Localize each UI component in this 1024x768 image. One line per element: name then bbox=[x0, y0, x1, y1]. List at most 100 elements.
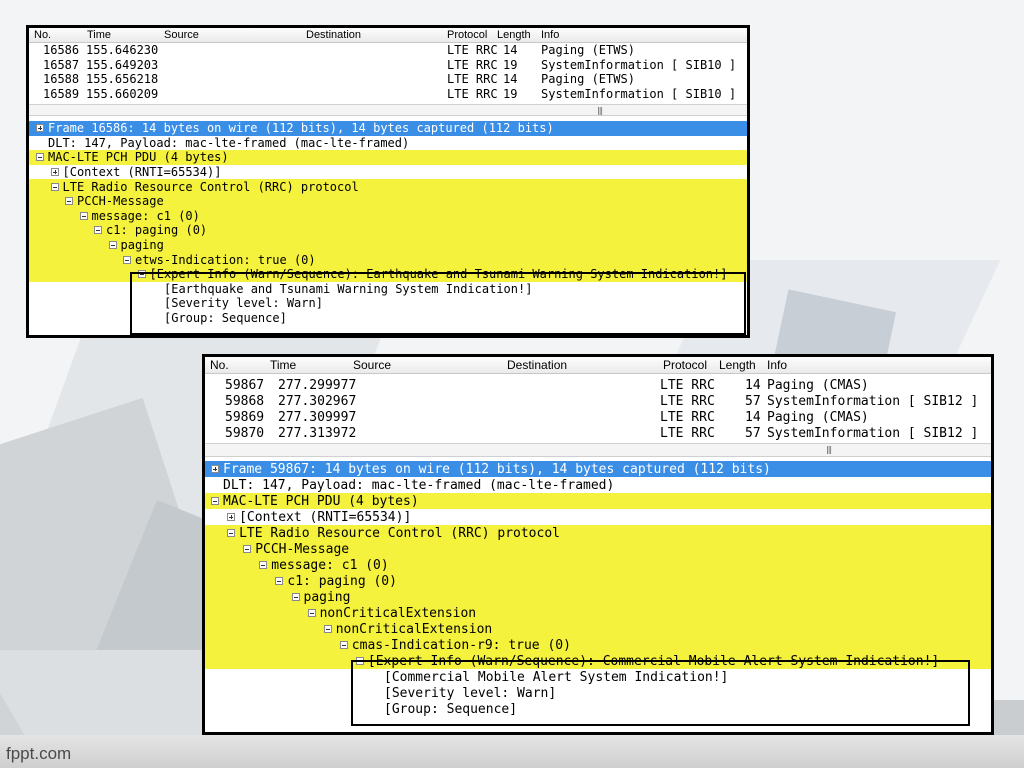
column-header-info[interactable]: Info bbox=[539, 29, 739, 41]
packet-length: 19 bbox=[503, 57, 518, 72]
tree-node-label: message: c1 (0) bbox=[271, 557, 389, 573]
tree-node[interactable]: PCCH-Message bbox=[29, 193, 747, 209]
tree-node[interactable]: MAC-LTE PCH PDU (4 bytes) bbox=[29, 150, 747, 165]
tree-node[interactable]: Frame 59867: 14 bytes on wire (112 bits)… bbox=[205, 461, 991, 477]
collapse-icon[interactable] bbox=[275, 577, 284, 585]
expert-info-highlight bbox=[351, 660, 970, 726]
collapse-icon[interactable] bbox=[94, 226, 102, 235]
tree-node-label: [Context (RNTI=65534)] bbox=[62, 165, 222, 180]
collapse-icon[interactable] bbox=[123, 255, 131, 264]
column-header-protocol[interactable]: Protocol bbox=[661, 358, 717, 372]
packet-row[interactable]: 59869 277.309997 LTE RRC 14 Paging (CMAS) bbox=[205, 409, 991, 425]
packet-no: 16587 bbox=[43, 57, 80, 72]
packet-row[interactable]: 16586 155.646230 LTE RRC 14 Paging (ETWS) bbox=[29, 43, 747, 58]
tree-node[interactable]: [Context (RNTI=65534)] bbox=[29, 164, 747, 180]
tree-node-label: message: c1 (0) bbox=[91, 208, 200, 223]
tree-node[interactable]: DLT: 147, Payload: mac-lte-framed (mac-l… bbox=[29, 135, 747, 151]
tree-node[interactable]: DLT: 147, Payload: mac-lte-framed (mac-l… bbox=[205, 477, 991, 493]
collapse-icon[interactable] bbox=[79, 211, 88, 220]
tree-node[interactable]: etws-Indication: true (0) bbox=[29, 252, 747, 267]
packet-row[interactable]: 59868 277.302967 LTE RRC 57 SystemInformatio… bbox=[205, 393, 991, 409]
expand-icon[interactable] bbox=[211, 465, 219, 473]
packet-row[interactable]: 16589 155.660209 LTE RRC 19 SystemInformatio… bbox=[29, 87, 747, 102]
collapse-icon[interactable] bbox=[307, 609, 316, 617]
expand-icon[interactable] bbox=[227, 513, 236, 521]
column-header-no[interactable]: No. bbox=[208, 358, 268, 372]
packet-length: 19 bbox=[503, 86, 518, 101]
column-header-length[interactable]: Length bbox=[495, 29, 539, 41]
tree-node[interactable]: c1: paging (0) bbox=[205, 573, 991, 589]
tree-node[interactable]: paging bbox=[29, 237, 747, 253]
expand-icon[interactable] bbox=[36, 124, 44, 133]
packet-time: 277.299977 bbox=[278, 377, 357, 393]
tree-node-label: paging bbox=[120, 238, 164, 253]
tree-node[interactable]: cmas-Indication-r9: true (0) bbox=[205, 637, 991, 653]
packet-length: 14 bbox=[503, 72, 518, 87]
packet-length: 14 bbox=[503, 43, 518, 58]
tree-node[interactable]: c1: paging (0) bbox=[29, 223, 747, 238]
packet-protocol: LTE RRC bbox=[660, 409, 715, 425]
tree-node-label: cmas-Indication-r9: true (0) bbox=[351, 637, 571, 653]
packet-info: SystemInformation [ SIB10 ] bbox=[541, 57, 737, 72]
column-header-destination[interactable]: Destination bbox=[505, 358, 660, 372]
tree-node[interactable]: MAC-LTE PCH PDU (4 bytes) bbox=[205, 493, 991, 509]
tree-node-label: MAC-LTE PCH PDU (4 bytes) bbox=[223, 493, 419, 509]
tree-node[interactable]: message: c1 (0) bbox=[29, 208, 747, 224]
collapse-icon[interactable] bbox=[108, 241, 117, 250]
tree-node-label: c1: paging (0) bbox=[287, 573, 397, 589]
horizontal-scrollbar[interactable]: ||| bbox=[29, 104, 747, 116]
collapse-icon[interactable] bbox=[211, 497, 219, 505]
packet-row[interactable]: 59867 277.299977 LTE RRC 14 Paging (CMAS) bbox=[205, 377, 991, 393]
collapse-icon[interactable] bbox=[339, 641, 348, 649]
tree-node-label: c1: paging (0) bbox=[106, 223, 208, 238]
tree-node[interactable]: paging bbox=[205, 589, 991, 605]
packet-info: Paging (CMAS) bbox=[767, 377, 869, 393]
packet-row[interactable]: 16587 155.649203 LTE RRC 19 SystemInformatio… bbox=[29, 58, 747, 73]
tree-node[interactable]: message: c1 (0) bbox=[205, 557, 991, 573]
column-header-protocol[interactable]: Protocol bbox=[445, 29, 493, 41]
packet-row[interactable]: 59870 277.313972 LTE RRC 57 SystemInformatio… bbox=[205, 425, 991, 441]
capture-window-cmas: No. Time Source Destination Protocol Length In… bbox=[202, 354, 994, 735]
column-header-destination[interactable]: Destination bbox=[304, 29, 444, 41]
scrollbar-grip-icon[interactable]: ||| bbox=[826, 445, 832, 454]
packet-no: 59867 bbox=[225, 377, 265, 393]
packet-no: 59870 bbox=[225, 425, 265, 441]
collapse-icon[interactable] bbox=[65, 197, 73, 206]
column-header-length[interactable]: Length bbox=[717, 358, 767, 372]
tree-node[interactable]: LTE Radio Resource Control (RRC) protoco… bbox=[205, 525, 991, 541]
packet-no: 16588 bbox=[43, 72, 80, 87]
tree-node-label: etws-Indication: true (0) bbox=[135, 252, 316, 267]
packet-protocol: LTE RRC bbox=[447, 72, 498, 87]
expand-icon[interactable] bbox=[50, 168, 59, 177]
column-header-info[interactable]: Info bbox=[765, 358, 985, 372]
collapse-icon[interactable] bbox=[259, 561, 268, 569]
collapse-icon[interactable] bbox=[50, 182, 59, 191]
tree-node[interactable]: [Context (RNTI=65534)] bbox=[205, 509, 991, 525]
collapse-icon[interactable] bbox=[227, 529, 236, 537]
packet-no: 16589 bbox=[43, 86, 80, 101]
tree-node[interactable]: LTE Radio Resource Control (RRC) protoco… bbox=[29, 179, 747, 194]
scrollbar-grip-icon[interactable]: ||| bbox=[597, 106, 603, 115]
packet-time: 155.656218 bbox=[86, 72, 159, 87]
tree-node-label: Frame 59867: 14 bytes on wire (112 bits)… bbox=[223, 461, 771, 477]
packet-protocol: LTE RRC bbox=[447, 57, 498, 72]
packet-info: Paging (ETWS) bbox=[541, 43, 635, 58]
tree-node[interactable]: Frame 16586: 14 bytes on wire (112 bits)… bbox=[29, 121, 747, 136]
packet-time: 155.646230 bbox=[86, 43, 159, 58]
packet-time: 155.660209 bbox=[86, 86, 159, 101]
tree-node[interactable]: nonCriticalExtension bbox=[205, 621, 991, 637]
column-header-time[interactable]: Time bbox=[85, 29, 163, 41]
column-header-source[interactable]: Source bbox=[351, 358, 488, 372]
collapse-icon[interactable] bbox=[291, 593, 300, 601]
packet-row[interactable]: 16588 155.656218 LTE RRC 14 Paging (ETWS) bbox=[29, 72, 747, 87]
column-header-source[interactable]: Source bbox=[162, 29, 299, 41]
packet-info: SystemInformation [ SIB10 ] bbox=[541, 86, 737, 101]
collapse-icon[interactable] bbox=[243, 545, 252, 553]
packet-info: SystemInformation [ SIB12 ] bbox=[767, 393, 979, 409]
tree-node[interactable]: PCCH-Message bbox=[205, 541, 991, 557]
column-header-no[interactable]: No. bbox=[32, 29, 88, 41]
horizontal-scrollbar[interactable]: ||| bbox=[205, 443, 991, 457]
collapse-icon[interactable] bbox=[36, 153, 44, 162]
collapse-icon[interactable] bbox=[323, 625, 332, 633]
tree-node[interactable]: nonCriticalExtension bbox=[205, 605, 991, 621]
